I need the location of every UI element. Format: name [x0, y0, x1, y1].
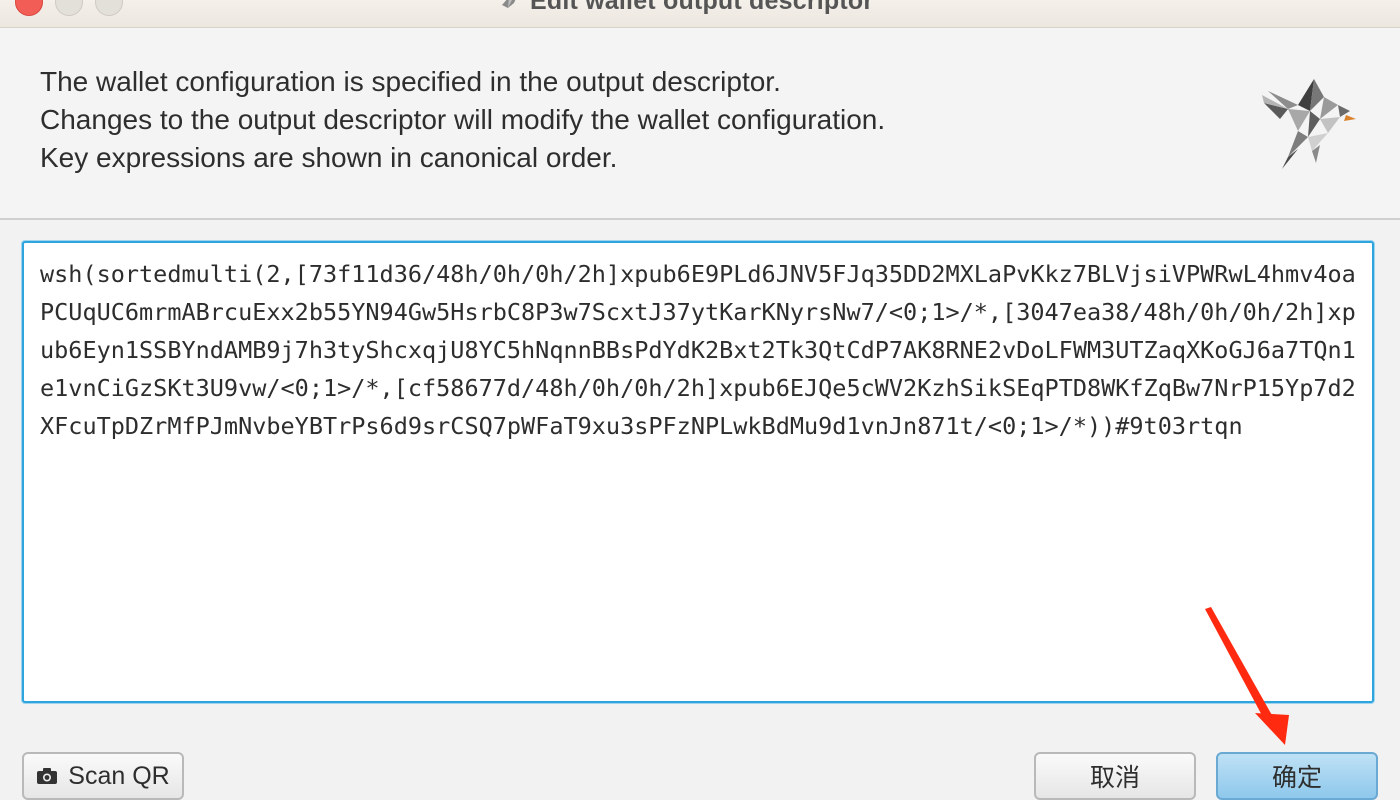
descriptor-textarea[interactable]: wsh(sortedmulti(2,[73f11d36/48h/0h/0h/2h… [22, 241, 1374, 703]
scan-qr-button[interactable]: Scan QR [22, 752, 184, 800]
camera-icon [37, 768, 58, 784]
sparrow-title-icon [502, 0, 516, 8]
dialog-header: The wallet configuration is specified in… [0, 28, 1400, 220]
header-line-3: Key expressions are shown in canonical o… [40, 142, 618, 173]
sparrow-bird-icon [1262, 79, 1356, 169]
descriptor-text: wsh(sortedmulti(2,[73f11d36/48h/0h/0h/2h… [40, 260, 1356, 440]
ok-label: 确定 [1271, 764, 1322, 792]
ok-button[interactable]: 确定 [1216, 752, 1378, 800]
window-title: Edit wallet output descriptor [530, 0, 874, 15]
window-maximize-button[interactable] [95, 0, 123, 16]
cancel-button[interactable]: 取消 [1034, 752, 1196, 800]
window-title-group: Edit wallet output descriptor [500, 0, 873, 16]
window-minimize-button[interactable] [55, 0, 83, 16]
window-close-button[interactable] [15, 0, 43, 16]
title-bar: Edit wallet output descriptor [0, 0, 1400, 28]
scan-qr-label: Scan QR [68, 761, 170, 790]
header-line-1: The wallet configuration is specified in… [40, 66, 781, 97]
header-line-2: Changes to the output descriptor will mo… [40, 104, 886, 135]
cancel-label: 取消 [1089, 764, 1140, 792]
